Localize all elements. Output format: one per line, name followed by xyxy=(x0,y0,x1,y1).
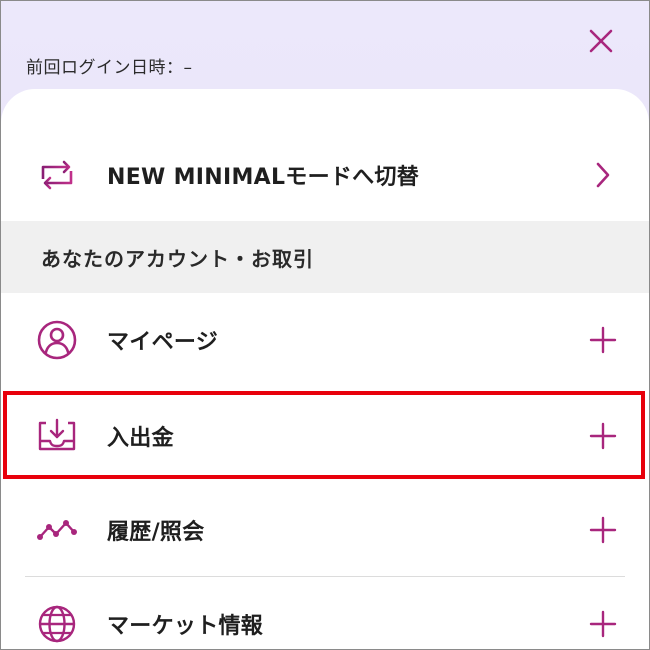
close-button[interactable] xyxy=(583,23,619,59)
deposit-tray-icon xyxy=(35,414,79,458)
menu-sheet: NEW MINIMALモードへ切替 あなたのアカウント・お取引 マイページ 入出… xyxy=(1,89,649,649)
menu-item-mypage[interactable]: マイページ xyxy=(1,293,649,387)
last-login-text: 前回ログイン日時：– xyxy=(26,58,193,78)
mode-switch-label: NEW MINIMALモードへ切替 xyxy=(107,165,420,190)
mode-switch-row[interactable]: NEW MINIMALモードへ切替 xyxy=(1,129,649,221)
menu-item-label: 履歴/照会 xyxy=(107,520,205,545)
close-icon xyxy=(589,29,613,53)
menu-screen: 前回ログイン日時：– NEW MINIMALモードへ切替 あなたのアカウント・お… xyxy=(0,0,650,650)
swap-icon xyxy=(35,153,79,197)
chevron-right-icon xyxy=(587,159,619,191)
menu-item-deposit-withdrawal[interactable]: 入出金 xyxy=(1,389,649,483)
menu-item-label: マイページ xyxy=(107,330,219,355)
user-circle-icon xyxy=(35,318,79,362)
menu-item-label: 入出金 xyxy=(107,426,174,451)
menu-item-label: マーケット情報 xyxy=(107,614,264,639)
section-title: あなたのアカウント・お取引 xyxy=(41,246,314,271)
section-header: あなたのアカウント・お取引 xyxy=(1,221,649,293)
plus-icon xyxy=(587,420,619,452)
plus-icon xyxy=(587,514,619,546)
top-bar: 前回ログイン日時：– xyxy=(1,1,649,101)
plus-icon xyxy=(587,324,619,356)
plus-icon xyxy=(587,608,619,640)
menu-item-history[interactable]: 履歴/照会 xyxy=(1,483,649,577)
menu-item-market-info[interactable]: マーケット情報 xyxy=(1,577,649,649)
line-chart-icon xyxy=(35,508,79,552)
globe-icon xyxy=(35,602,79,646)
